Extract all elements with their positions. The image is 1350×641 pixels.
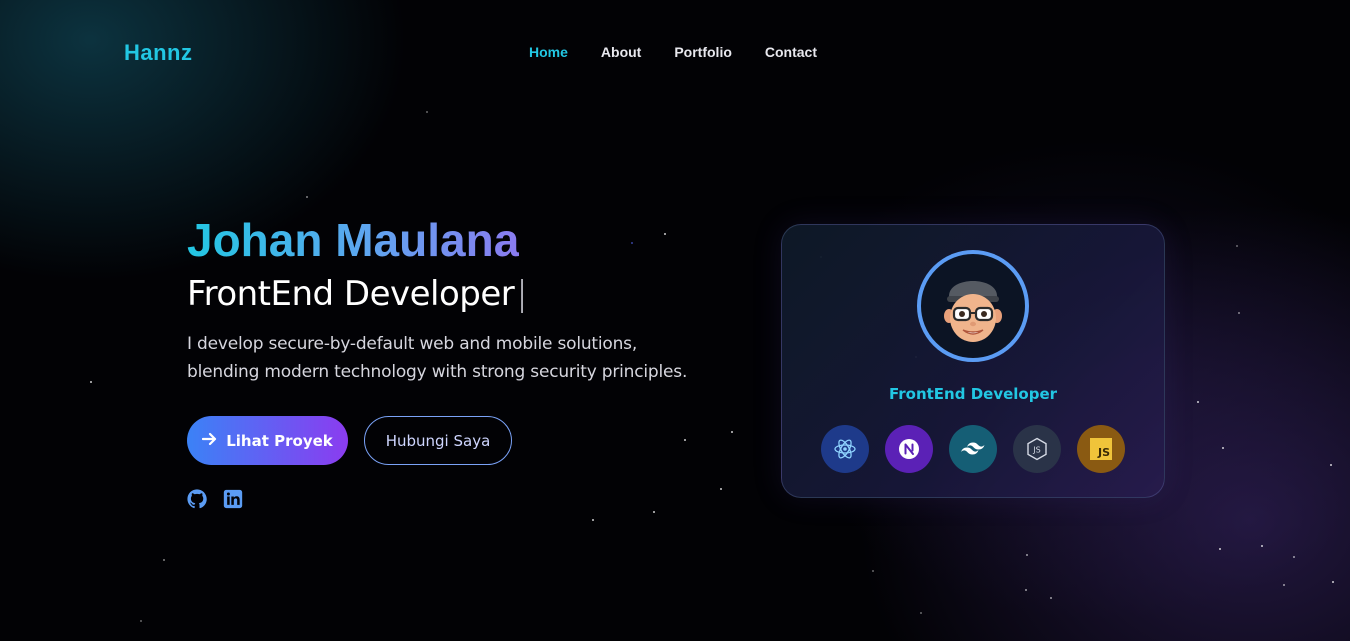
nav-link-portfolio[interactable]: Portfolio	[674, 44, 732, 60]
hero-role-text: FrontEnd Developer	[187, 274, 515, 314]
svg-text:JS: JS	[1032, 446, 1040, 455]
javascript-icon: JS	[1077, 425, 1125, 473]
social-links	[187, 489, 243, 509]
javascript-label: JS	[1090, 438, 1112, 460]
top-navbar: Hannz Home About Portfolio Contact	[0, 0, 1350, 104]
contact-me-button[interactable]: Hubungi Saya	[364, 416, 512, 465]
nodejs-icon: JS	[1013, 425, 1061, 473]
linkedin-icon[interactable]	[223, 489, 243, 509]
view-projects-button[interactable]: Lihat Proyek	[187, 416, 348, 465]
hero-name: Johan Maulana	[187, 214, 520, 266]
contact-me-label: Hubungi Saya	[385, 431, 491, 450]
main-menu: Home About Portfolio Contact	[529, 44, 817, 60]
nav-link-contact[interactable]: Contact	[765, 44, 817, 60]
hero-actions: Lihat Proyek Hubungi Saya	[187, 416, 512, 465]
view-projects-label: Lihat Proyek	[226, 431, 333, 450]
avatar	[917, 250, 1029, 362]
nav-link-home[interactable]: Home	[529, 44, 568, 60]
github-icon[interactable]	[187, 489, 207, 509]
tech-stack: JS JS	[821, 425, 1125, 473]
arrow-right-icon	[202, 432, 218, 450]
nextjs-icon	[885, 425, 933, 473]
tailwind-icon	[949, 425, 997, 473]
card-role: FrontEnd Developer	[888, 385, 1058, 403]
hero-section: Johan Maulana FrontEnd Developer| I deve…	[187, 212, 747, 386]
memoji-avatar	[944, 281, 1002, 342]
typing-caret: |	[516, 274, 528, 314]
hero-role: FrontEnd Developer|	[187, 272, 747, 316]
site-logo[interactable]: Hannz	[124, 40, 193, 66]
nav-link-about[interactable]: About	[601, 44, 641, 60]
react-icon	[821, 425, 869, 473]
profile-card: FrontEnd Developer JS JS	[781, 224, 1165, 498]
hero-description: I develop secure-by-default web and mobi…	[187, 334, 688, 382]
